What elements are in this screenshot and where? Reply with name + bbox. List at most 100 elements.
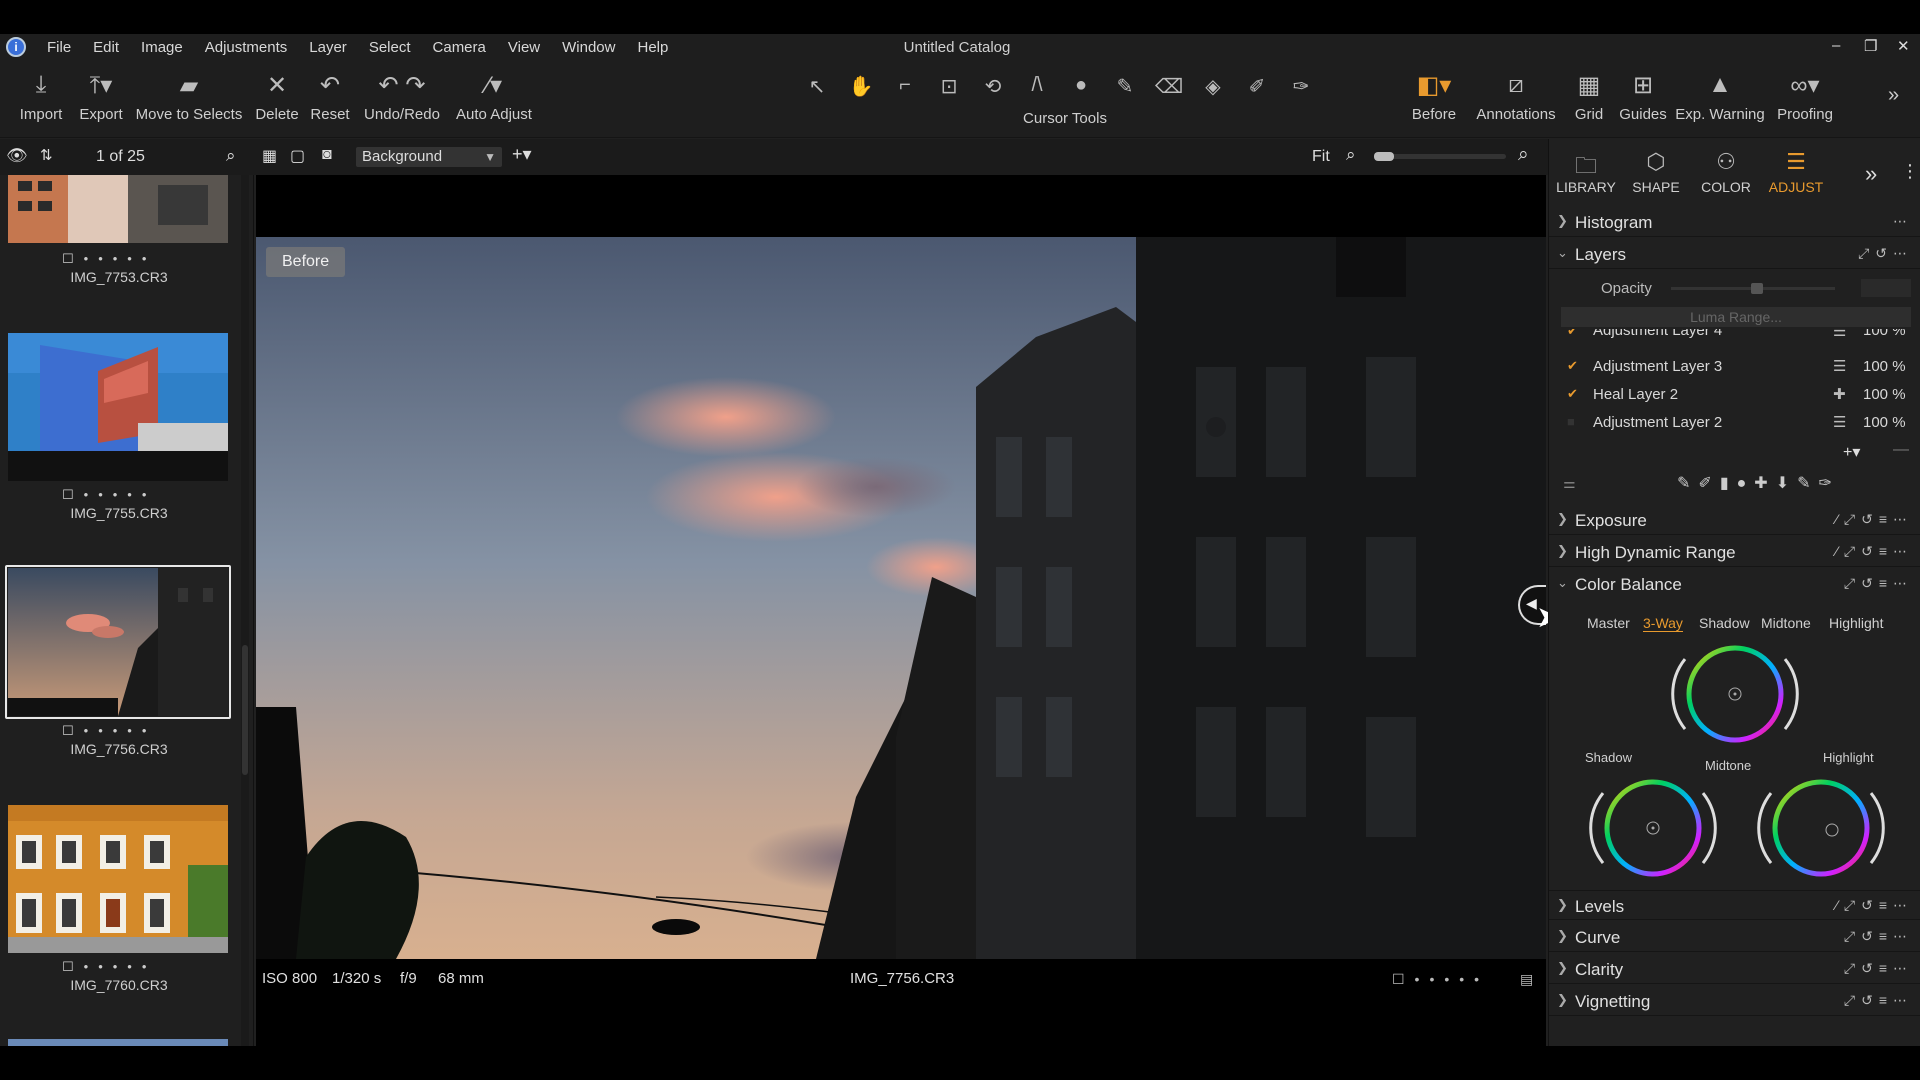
add-variant-icon[interactable]: +▾ [512,144,532,165]
single-view-icon[interactable]: ▢ [290,146,305,166]
rotate-icon[interactable]: ⟲ [976,74,1010,99]
exp-warning-button[interactable]: ▲ Exp. Warning [1672,70,1768,123]
delete-button[interactable]: ✕ Delete [252,70,302,124]
menu-select[interactable]: Select [358,39,422,56]
import-button[interactable]: ⤓ Import [14,70,68,123]
guides-button[interactable]: ⊞ Guides [1618,70,1668,124]
layer-check-empty-icon[interactable]: ■ [1567,414,1575,429]
more-icon[interactable]: ⋯ [1893,213,1913,230]
proofing-button[interactable]: ∞▾ Proofing [1770,70,1840,124]
grid-view-icon[interactable]: ▦ [262,146,277,166]
restore-icon[interactable]: ❐ [1864,37,1877,55]
section-actions[interactable]: ⤢↺≡⋯ [1844,992,1913,1009]
filmstrip-scrollbar[interactable] [241,175,249,1046]
gradient-mask-icon[interactable]: ◈ [1196,74,1230,99]
layer-check-icon[interactable]: ✔ [1567,386,1578,402]
cb-tab-shadow[interactable]: Shadow [1699,615,1750,631]
section-vignetting[interactable]: ❯ Vignetting ⤢↺≡⋯ [1549,986,1920,1016]
cb-tab-highlight[interactable]: Highlight [1829,615,1883,631]
metadata-icon[interactable]: ▤ [1520,971,1533,988]
cb-tab-3way[interactable]: 3-Way [1643,615,1683,632]
section-clarity[interactable]: ❯ Clarity ⤢↺≡⋯ [1549,954,1920,984]
undo-redo-button[interactable]: ↶ ↷ Undo/Redo [360,70,444,124]
eraser-icon[interactable]: ⌫ [1152,74,1186,99]
pan-hand-icon[interactable]: ✋ [844,74,878,99]
add-layer-icon[interactable]: +▾ [1843,442,1860,462]
section-actions[interactable]: ⤢↺≡⋯ [1844,575,1913,592]
section-actions[interactable]: ⁄⤢↺≡⋯ [1836,897,1913,914]
section-actions[interactable]: ⁄⤢↺≡⋯ [1836,543,1913,560]
zoom-out-icon[interactable]: ⌕ [1346,145,1356,165]
annotate-pen-icon[interactable]: ✑ [1284,74,1318,99]
tab-library[interactable]: 🗀 LIBRARY [1553,149,1619,195]
layer-row[interactable]: ✔ Heal Layer 2 ✚ 100 % [1563,382,1913,408]
zoom-slider[interactable] [1374,152,1506,161]
viewer-mode-icon[interactable]: ◙ [322,146,332,164]
rating-dots[interactable]: ☐••••• [62,959,182,975]
search-icon[interactable]: ⌕ [226,146,236,166]
thumbnail-img-7756[interactable] [8,568,228,716]
fit-zoom-label[interactable]: Fit [1312,148,1330,166]
menu-edit[interactable]: Edit [82,39,130,56]
grid-button[interactable]: ▦ Grid [1566,70,1612,124]
section-histogram[interactable]: ❯ Histogram ⋯ [1549,207,1920,237]
brush-icon[interactable]: ✎ [1108,74,1142,99]
eye-icon[interactable]: 👁 [6,146,28,166]
section-exposure[interactable]: ❯ Exposure ⁄⤢↺≡⋯ [1549,505,1920,535]
thumbnail-img-7760[interactable] [8,805,228,953]
crop-tool-icon[interactable]: ⌐ [888,74,922,99]
thumbnail-img-7753[interactable] [8,175,228,243]
tab-color[interactable]: ⚇ COLOR [1693,149,1759,195]
close-icon[interactable]: ✕ [1897,37,1910,55]
menu-help[interactable]: Help [626,39,679,56]
export-button[interactable]: ⤒▾ Export [74,70,128,124]
zoom-slider-handle[interactable] [1374,152,1394,161]
section-actions[interactable]: ⁄⤢↺≡⋯ [1836,511,1913,528]
opacity-input[interactable] [1861,279,1911,297]
toolbar-overflow-icon[interactable]: » [1888,84,1899,107]
layer-row[interactable]: ✔ Adjustment Layer 3 ☰ 100 % [1563,354,1913,380]
menu-view[interactable]: View [497,39,551,56]
section-color-balance[interactable]: ⌄ Color Balance ⤢↺≡⋯ [1549,569,1920,599]
menu-window[interactable]: Window [551,39,626,56]
cb-tab-midtone[interactable]: Midtone [1761,615,1811,631]
section-actions[interactable]: ⤢↺≡⋯ [1844,960,1913,977]
menu-layer[interactable]: Layer [298,39,358,56]
main-photo[interactable]: Before [256,237,1546,959]
rating-dots[interactable]: ☐••••• [62,723,182,739]
minimize-icon[interactable]: – [1832,37,1840,54]
tab-shape[interactable]: ⬡ SHAPE [1623,149,1689,195]
scrollbar-thumb[interactable] [242,645,248,775]
keystone-icon[interactable]: /\ [1020,74,1054,99]
menu-image[interactable]: Image [130,39,194,56]
luma-range-button[interactable]: Luma Range... [1561,307,1911,327]
midtone-color-wheel[interactable] [1665,639,1805,749]
select-cursor-icon[interactable]: ↖ [800,74,834,99]
thumbnail-img-7755[interactable] [8,333,228,481]
before-button[interactable]: ◧▾ Before [1402,70,1466,124]
rating-dots[interactable]: ☐••••• [62,251,182,267]
layers-actions[interactable]: ⤢↺⋯ [1858,245,1913,262]
section-curve[interactable]: ❯ Curve ⤢↺≡⋯ [1549,922,1920,952]
shadow-color-wheel[interactable] [1583,773,1723,883]
variant-select[interactable]: Background ▼ [356,147,502,167]
viewer-rating-dots[interactable]: ☐••••• [1392,971,1489,988]
spot-icon[interactable]: ● [1064,74,1098,99]
menu-camera[interactable]: Camera [422,39,497,56]
reset-button[interactable]: ↶ Reset [308,70,352,124]
section-actions[interactable]: ⤢↺≡⋯ [1844,928,1913,945]
cb-tab-master[interactable]: Master [1587,615,1630,631]
move-to-selects-button[interactable]: ▰ Move to Selects [134,70,244,124]
panel-menu-icon[interactable]: ⋮ [1901,161,1919,182]
menu-adjustments[interactable]: Adjustments [194,39,299,56]
opacity-slider[interactable] [1671,283,1835,294]
layer-check-icon[interactable]: ✔ [1567,329,1578,339]
highlight-color-wheel[interactable] [1751,773,1891,883]
remove-layer-icon[interactable]: — [1893,441,1909,459]
image-viewer[interactable]: Before ◀ ➤ ISO 800 1/320 s f/9 68 mm IMG… [256,175,1561,1046]
sort-icon[interactable]: ⇅ [40,146,53,164]
section-hdr[interactable]: ❯ High Dynamic Range ⁄⤢↺≡⋯ [1549,537,1920,567]
section-levels[interactable]: ❯ Levels ⁄⤢↺≡⋯ [1549,890,1920,920]
rating-dots[interactable]: ☐••••• [62,487,182,503]
opacity-slider-handle[interactable] [1751,283,1763,294]
